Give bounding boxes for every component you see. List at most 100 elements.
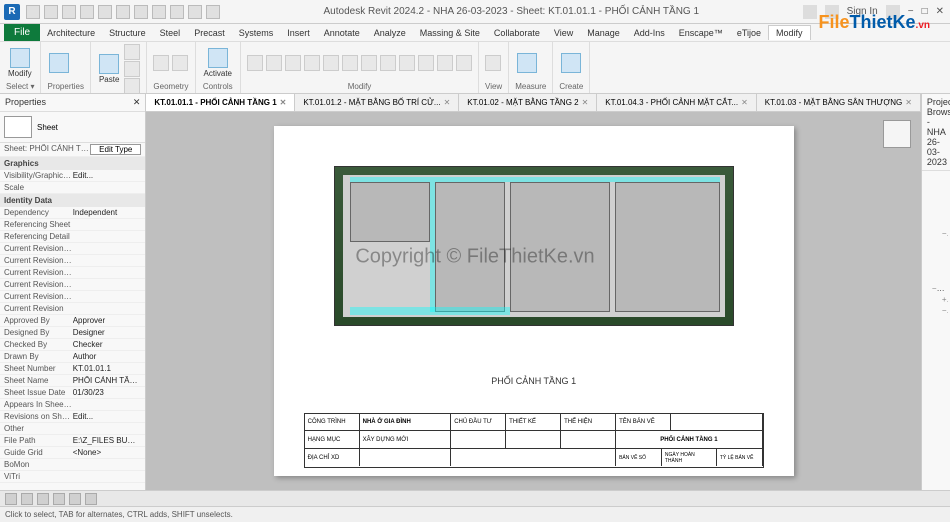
qat-measure-icon[interactable] — [116, 5, 130, 19]
property-row[interactable]: ViTri — [0, 471, 145, 483]
view-tab[interactable]: KT.01.01.2 - MẶT BẰNG BỐ TRÍ CỬ...✕ — [295, 94, 459, 111]
cope-button[interactable] — [153, 55, 169, 71]
property-row[interactable]: Other — [0, 423, 145, 435]
ribbon-tab-systems[interactable]: Systems — [232, 26, 281, 40]
tree-item[interactable]: Thống kê ống — [924, 272, 950, 283]
property-row[interactable]: Revisions on SheetEdit... — [0, 411, 145, 423]
qat-thin-icon[interactable] — [152, 5, 166, 19]
property-row[interactable]: Sheet NumberKT.01.01.1 — [0, 363, 145, 375]
property-row[interactable]: Drawn ByAuthor — [0, 351, 145, 363]
tree-item[interactable]: Thống kê xà gồ, cầu phong 1/2 — [924, 239, 950, 250]
tree-item[interactable]: − Sheets (Sheet Prefix) — [924, 283, 948, 294]
qat-save-icon[interactable] — [44, 5, 58, 19]
property-row[interactable]: Guide Grid<None> — [0, 447, 145, 459]
drawing-canvas[interactable]: PHỐI CẢNH TẦNG 1 CÔNG TRÌNH NHÀ Ở GIA ĐÌ… — [146, 112, 921, 490]
ribbon-tab-etijoe[interactable]: eTijoe — [730, 26, 768, 40]
pin-button[interactable] — [437, 55, 453, 71]
match-button[interactable] — [124, 78, 140, 94]
qat-open-icon[interactable] — [26, 5, 40, 19]
property-row[interactable]: Approved ByApprover — [0, 315, 145, 327]
tree-item[interactable]: + KT.01.02.4 - MẶT BẰNG DIỆN TÍCH SỬ DỤN… — [924, 481, 950, 490]
property-row[interactable]: Referencing Sheet — [0, 219, 145, 231]
view-tab[interactable]: KT.01.04.3 - PHỐI CẢNH MẶT CẮT...✕ — [597, 94, 756, 111]
property-row[interactable]: DependencyIndependent — [0, 207, 145, 219]
tree-item[interactable]: + KT.0.01.04.1 - PHỐI CẢNH MẶT ĐỨNG X8-X… — [924, 371, 950, 382]
tree-item[interactable]: + KT.0.01.04 - MẶT ĐỨNG TRỤC X8-X1 — [924, 360, 950, 371]
tab-close-icon[interactable]: ✕ — [582, 98, 589, 107]
edit-type-button[interactable]: Edit Type — [90, 144, 141, 155]
tree-item[interactable]: + KT.01.02.1 - PHỐI CẢNH TẦNG 2 — [924, 448, 950, 459]
qat-switch-icon[interactable] — [188, 5, 202, 19]
property-row[interactable]: Current Revision Descripti... — [0, 291, 145, 303]
property-row[interactable]: Scale — [0, 182, 145, 194]
ribbon-tab-steel[interactable]: Steel — [153, 26, 188, 40]
tree-item[interactable]: Thống kê trần — [924, 206, 950, 217]
property-row[interactable]: Current Revision Date — [0, 279, 145, 291]
qat-undo-icon[interactable] — [62, 5, 76, 19]
ribbon-tab-insert[interactable]: Insert — [280, 26, 317, 40]
copy-mod-button[interactable] — [323, 55, 339, 71]
crop-icon[interactable] — [85, 493, 97, 505]
property-row[interactable]: Current Revision — [0, 303, 145, 315]
tree-item[interactable]: + BI — [924, 294, 948, 305]
tree-item[interactable]: Thống kê MCB — [924, 184, 950, 195]
scale-icon[interactable] — [5, 493, 17, 505]
tree-item[interactable]: − KT — [924, 305, 948, 316]
tree-item[interactable]: + KT.01.01.2 - MẶT BẰNG BỐ TRÍ CỬA T1 — [924, 404, 950, 415]
create-button[interactable] — [559, 51, 583, 75]
tree-item[interactable]: + KT.0.01.02.1 - PHỐI CẢNH MẶT ĐỨNG X1-X… — [924, 349, 950, 360]
tab-close-icon[interactable]: ✕ — [741, 98, 748, 107]
ribbon-tab-annotate[interactable]: Annotate — [317, 26, 367, 40]
ribbon-tab-addins[interactable]: Add-Ins — [627, 26, 672, 40]
trim-button[interactable] — [361, 55, 377, 71]
offset-button[interactable] — [266, 55, 282, 71]
paste-button[interactable]: Paste — [97, 52, 121, 86]
detail-icon[interactable] — [21, 493, 33, 505]
tree-item[interactable]: Thống kê xà gồ, cầu phong 2/2 — [924, 250, 950, 261]
tree-item[interactable]: Thống kê sàn — [924, 195, 950, 206]
property-row[interactable]: Current Revision Issued To — [0, 267, 145, 279]
property-row[interactable]: Designed ByDesigner — [0, 327, 145, 339]
tab-close-icon[interactable]: ✕ — [444, 98, 451, 107]
ribbon-tab-analyze[interactable]: Analyze — [367, 26, 413, 40]
tree-item[interactable]: + KT.01.01.3 - MB LÁT GẠCH T1 — [924, 415, 950, 426]
file-tab[interactable]: File — [4, 24, 40, 41]
type-selector[interactable]: Sheet — [37, 123, 58, 132]
delete-button[interactable] — [456, 55, 472, 71]
tree-item[interactable]: + KT.01.01.4 - MB DIỆN TÍCH SỬ DỤNG T1 — [924, 426, 950, 437]
tree-item[interactable]: + KT.01.01.1 - PHỐI CẢNH TẦNG 1 — [924, 393, 950, 404]
tree-item[interactable]: + KT.0.01.01 - MẶT ĐỨNG TRỤC Y5-Y1 — [924, 316, 950, 327]
navigation-cube[interactable] — [883, 120, 913, 200]
ribbon-tab-view[interactable]: View — [547, 26, 580, 40]
scale-button[interactable] — [418, 55, 434, 71]
tree-item[interactable]: − Thống kê Xà gồ, cầu phong — [924, 228, 948, 239]
search-icon[interactable] — [803, 5, 817, 19]
join-button[interactable] — [172, 55, 188, 71]
qat-print-icon[interactable] — [98, 5, 112, 19]
view-tab[interactable]: KT.01.03 - MẶT BẰNG SÂN THƯỢNG✕ — [757, 94, 921, 111]
ribbon-tab-manage[interactable]: Manage — [580, 26, 627, 40]
home-icon[interactable] — [883, 120, 911, 148]
mirror-button[interactable] — [285, 55, 301, 71]
view-tab[interactable]: KT.01.01.1 - PHỐI CẢNH TẦNG 1✕ — [146, 94, 295, 111]
ribbon-tab-architecture[interactable]: Architecture — [40, 26, 102, 40]
move-button[interactable] — [304, 55, 320, 71]
copy-button[interactable] — [124, 61, 140, 77]
property-row[interactable]: BoMon — [0, 459, 145, 471]
qat-section-icon[interactable] — [134, 5, 148, 19]
tree-item[interactable]: Thống kê tường — [924, 217, 950, 228]
measure-button[interactable] — [515, 51, 539, 75]
tree-item[interactable]: + KT.01.02.3 - MẶT BẰNG LÁT GẠCH T2 — [924, 470, 950, 481]
ribbon-tab-collaborate[interactable]: Collaborate — [487, 26, 547, 40]
tab-close-icon[interactable]: ✕ — [905, 98, 912, 107]
property-row[interactable]: Referencing Detail — [0, 231, 145, 243]
property-row[interactable]: Visibility/Graphics Overrid...Edit... — [0, 170, 145, 182]
property-row[interactable]: Checked ByChecker — [0, 339, 145, 351]
rotate-button[interactable] — [342, 55, 358, 71]
ribbon-tab-modify[interactable]: Modify — [768, 25, 811, 40]
cut-button[interactable] — [124, 44, 140, 60]
shadow-icon[interactable] — [69, 493, 81, 505]
ribbon-tab-massingsite[interactable]: Massing & Site — [413, 26, 487, 40]
tree-item[interactable]: Thống kê dèn — [924, 261, 950, 272]
activate-button[interactable]: Activate — [202, 46, 234, 80]
